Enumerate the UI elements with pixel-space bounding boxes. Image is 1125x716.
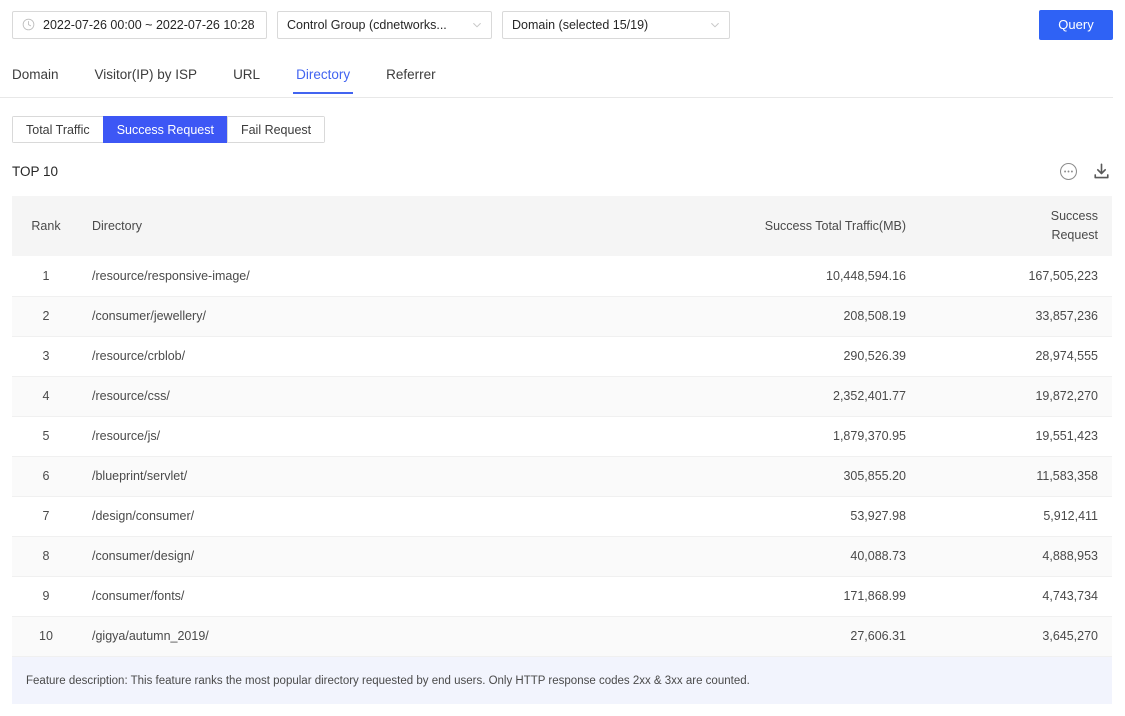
cell-traffic: 2,352,401.77 — [590, 376, 920, 416]
cell-traffic: 10,448,594.16 — [590, 256, 920, 296]
date-range-value: 2022-07-26 00:00 ~ 2022-07-26 10:28 — [43, 18, 255, 32]
control-group-value: Control Group (cdnetworks... — [287, 18, 447, 32]
cell-directory: /gigya/autumn_2019/ — [80, 616, 590, 656]
cell-directory: /consumer/jewellery/ — [80, 296, 590, 336]
cell-directory: /consumer/design/ — [80, 536, 590, 576]
clock-icon — [22, 18, 35, 31]
cell-traffic: 290,526.39 — [590, 336, 920, 376]
table-row[interactable]: 1 /resource/responsive-image/ 10,448,594… — [12, 256, 1112, 296]
cell-requests: 33,857,236 — [920, 296, 1112, 336]
tab-referrer[interactable]: Referrer — [386, 57, 436, 93]
tab-domain[interactable]: Domain — [12, 57, 59, 93]
table-row[interactable]: 2 /consumer/jewellery/ 208,508.19 33,857… — [12, 296, 1112, 336]
table-row[interactable]: 5 /resource/js/ 1,879,370.95 19,551,423 — [12, 416, 1112, 456]
cell-traffic: 208,508.19 — [590, 296, 920, 336]
date-range-picker[interactable]: 2022-07-26 00:00 ~ 2022-07-26 10:28 — [12, 11, 267, 39]
cell-rank: 4 — [12, 376, 80, 416]
panel-header: TOP 10 — [12, 157, 1112, 185]
cell-directory: /blueprint/servlet/ — [80, 456, 590, 496]
cell-traffic: 1,879,370.95 — [590, 416, 920, 456]
cell-rank: 10 — [12, 616, 80, 656]
cell-directory: /resource/crblob/ — [80, 336, 590, 376]
feature-description-note: Feature description: This feature ranks … — [12, 657, 1112, 704]
panel-header-actions — [1059, 162, 1112, 181]
query-button[interactable]: Query — [1039, 10, 1113, 40]
page-root: 2022-07-26 00:00 ~ 2022-07-26 10:28 Cont… — [0, 0, 1125, 716]
table-row[interactable]: 4 /resource/css/ 2,352,401.77 19,872,270 — [12, 376, 1112, 416]
cell-directory: /design/consumer/ — [80, 496, 590, 536]
more-options-icon[interactable] — [1059, 162, 1078, 181]
cell-rank: 8 — [12, 536, 80, 576]
table-row[interactable]: 3 /resource/crblob/ 290,526.39 28,974,55… — [12, 336, 1112, 376]
tab-directory[interactable]: Directory — [296, 57, 350, 93]
cell-rank: 3 — [12, 336, 80, 376]
request-type-segmented-control: Total Traffic Success Request Fail Reque… — [12, 116, 325, 143]
chevron-down-icon — [710, 20, 720, 30]
cell-directory: /resource/css/ — [80, 376, 590, 416]
column-header-rank: Rank — [12, 196, 80, 256]
tab-url[interactable]: URL — [233, 57, 260, 93]
chevron-down-icon — [472, 20, 482, 30]
cell-rank: 9 — [12, 576, 80, 616]
column-header-requests: Success Request — [920, 196, 1112, 256]
tab-visitor-ip-by-isp[interactable]: Visitor(IP) by ISP — [95, 57, 198, 93]
domain-select[interactable]: Domain (selected 15/19) — [502, 11, 730, 39]
segment-total-traffic[interactable]: Total Traffic — [12, 116, 103, 143]
cell-rank: 5 — [12, 416, 80, 456]
cell-requests: 3,645,270 — [920, 616, 1112, 656]
cell-rank: 6 — [12, 456, 80, 496]
column-header-requests-line1: Success — [920, 207, 1098, 226]
panel-title: TOP 10 — [12, 164, 58, 179]
segment-success-request[interactable]: Success Request — [103, 116, 227, 143]
download-icon[interactable] — [1092, 162, 1111, 181]
column-header-directory: Directory — [80, 196, 590, 256]
segment-fail-request[interactable]: Fail Request — [227, 116, 325, 143]
cell-requests: 4,888,953 — [920, 536, 1112, 576]
table-row[interactable]: 6 /blueprint/servlet/ 305,855.20 11,583,… — [12, 456, 1112, 496]
cell-directory: /resource/js/ — [80, 416, 590, 456]
cell-directory: /resource/responsive-image/ — [80, 256, 590, 296]
cell-requests: 19,872,270 — [920, 376, 1112, 416]
cell-requests: 5,912,411 — [920, 496, 1112, 536]
cell-requests: 11,583,358 — [920, 456, 1112, 496]
table-row[interactable]: 7 /design/consumer/ 53,927.98 5,912,411 — [12, 496, 1112, 536]
cell-traffic: 53,927.98 — [590, 496, 920, 536]
cell-requests: 19,551,423 — [920, 416, 1112, 456]
cell-requests: 28,974,555 — [920, 336, 1112, 376]
table-header-row: Rank Directory Success Total Traffic(MB)… — [12, 196, 1112, 256]
column-header-requests-line2: Request — [920, 226, 1098, 245]
cell-traffic: 305,855.20 — [590, 456, 920, 496]
table-body: 1 /resource/responsive-image/ 10,448,594… — [12, 256, 1112, 656]
cell-traffic: 40,088.73 — [590, 536, 920, 576]
top-directories-table: Rank Directory Success Total Traffic(MB)… — [12, 196, 1112, 657]
cell-rank: 1 — [12, 256, 80, 296]
cell-directory: /consumer/fonts/ — [80, 576, 590, 616]
cell-rank: 7 — [12, 496, 80, 536]
column-header-traffic: Success Total Traffic(MB) — [590, 196, 920, 256]
cell-rank: 2 — [12, 296, 80, 336]
table-row[interactable]: 8 /consumer/design/ 40,088.73 4,888,953 — [12, 536, 1112, 576]
cell-requests: 167,505,223 — [920, 256, 1112, 296]
cell-traffic: 171,868.99 — [590, 576, 920, 616]
main-tabs: Domain Visitor(IP) by ISP URL Directory … — [0, 57, 1113, 98]
table-row[interactable]: 10 /gigya/autumn_2019/ 27,606.31 3,645,2… — [12, 616, 1112, 656]
table-header: Rank Directory Success Total Traffic(MB)… — [12, 196, 1112, 256]
control-group-select[interactable]: Control Group (cdnetworks... — [277, 11, 492, 39]
cell-requests: 4,743,734 — [920, 576, 1112, 616]
cell-traffic: 27,606.31 — [590, 616, 920, 656]
table-row[interactable]: 9 /consumer/fonts/ 171,868.99 4,743,734 — [12, 576, 1112, 616]
filter-bar: 2022-07-26 00:00 ~ 2022-07-26 10:28 Cont… — [0, 0, 1125, 49]
domain-select-value: Domain (selected 15/19) — [512, 18, 648, 32]
